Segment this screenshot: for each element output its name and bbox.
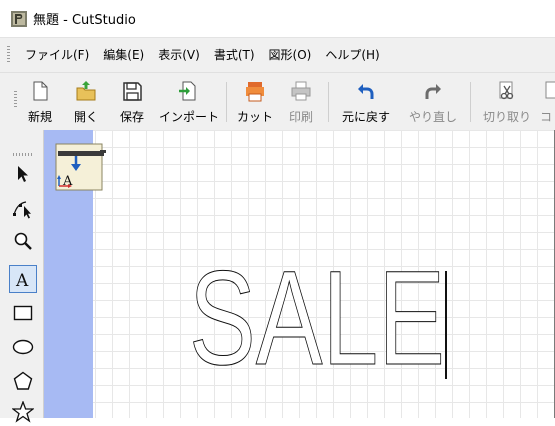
open-button[interactable]: 開く: [66, 73, 106, 130]
select-arrow-icon: [18, 166, 28, 182]
cutstudio-app-icon: [11, 10, 27, 27]
svg-text:A: A: [62, 174, 73, 189]
undo-label: 元に戻す: [341, 110, 390, 124]
title-bar: 無題 - CutStudio: [0, 0, 555, 37]
print-button[interactable]: 印刷: [281, 73, 321, 130]
menu-shape[interactable]: 図形(O): [262, 44, 319, 66]
new-button[interactable]: 新規: [20, 73, 60, 130]
polygon-tool[interactable]: [9, 367, 37, 395]
undo-icon: [358, 84, 374, 99]
menu-edit[interactable]: 編集(E): [96, 44, 151, 66]
import-button[interactable]: インポート: [159, 73, 220, 130]
menu-help[interactable]: ヘルプ(H): [318, 44, 386, 66]
copy-label: コ: [540, 110, 553, 124]
redo-icon: [425, 84, 441, 99]
palette-grip[interactable]: [13, 153, 33, 156]
zoom-tool[interactable]: [9, 227, 37, 255]
text-tool[interactable]: A: [9, 265, 37, 293]
redo-button[interactable]: やり直し: [402, 73, 464, 130]
copy-icon: [545, 81, 555, 99]
ellipse-tool[interactable]: [9, 333, 37, 361]
toolbar-separator: [470, 82, 471, 122]
save-button[interactable]: 保存: [112, 73, 152, 130]
new-document-icon: [33, 81, 48, 101]
print-label: 印刷: [288, 110, 313, 124]
save-disk-icon: [123, 82, 142, 101]
toolbar: 新規 開く 保存 インポート カット 印刷 元に戻す やり直し 切り取り コ: [0, 72, 555, 131]
menu-bar: ファイル(F) 編集(E) 表示(V) 書式(T) 図形(O) ヘルプ(H): [0, 37, 555, 72]
ellipse-icon: [12, 339, 34, 355]
cut-button[interactable]: 切り取り: [478, 73, 536, 130]
node-edit-tool[interactable]: [9, 195, 37, 223]
undo-button[interactable]: 元に戻す: [335, 73, 397, 130]
cut-to-plotter-button[interactable]: カット: [235, 73, 275, 130]
rectangle-icon: [13, 305, 33, 321]
text-tool-icon: A: [15, 271, 29, 288]
menu-format[interactable]: 書式(T): [207, 44, 262, 66]
import-icon: [179, 81, 196, 101]
node-edit-icon: [13, 201, 31, 219]
rectangle-tool[interactable]: [9, 299, 37, 327]
cut-to-plotter-label: カット: [236, 110, 273, 124]
cut-label: 切り取り: [482, 110, 531, 124]
tool-palette: A: [0, 130, 44, 423]
toolbar-grip[interactable]: [14, 91, 17, 109]
drawing-canvas[interactable]: A SALE: [44, 130, 555, 418]
select-tool[interactable]: [9, 160, 37, 188]
cutter-origin-icon[interactable]: A: [54, 140, 108, 192]
window-title: 無題 - CutStudio: [33, 13, 136, 28]
open-label: 開く: [73, 110, 98, 124]
star-tool[interactable]: [9, 398, 37, 426]
text-caret: [445, 271, 447, 379]
toolbar-separator: [328, 82, 329, 122]
scissors-icon: [499, 81, 514, 100]
sale-text-object[interactable]: SALE: [189, 266, 449, 372]
save-label: 保存: [119, 110, 144, 124]
toolbar-separator: [226, 82, 227, 122]
svg-text:A: A: [15, 271, 29, 288]
printer-icon: [291, 81, 311, 101]
menu-view[interactable]: 表示(V): [151, 44, 207, 66]
copy-button[interactable]: コ: [540, 73, 555, 130]
import-label: インポート: [159, 110, 220, 124]
star-icon: [12, 401, 34, 423]
new-label: 新規: [27, 110, 52, 124]
cut-to-plotter-icon: [246, 82, 264, 102]
open-folder-icon: [76, 81, 96, 101]
menu-grip[interactable]: [7, 46, 10, 64]
polygon-icon: [13, 371, 33, 390]
svg-text:SALE: SALE: [189, 266, 445, 372]
zoom-icon: [14, 232, 32, 250]
redo-label: やり直し: [408, 110, 457, 124]
menu-file[interactable]: ファイル(F): [18, 44, 96, 66]
